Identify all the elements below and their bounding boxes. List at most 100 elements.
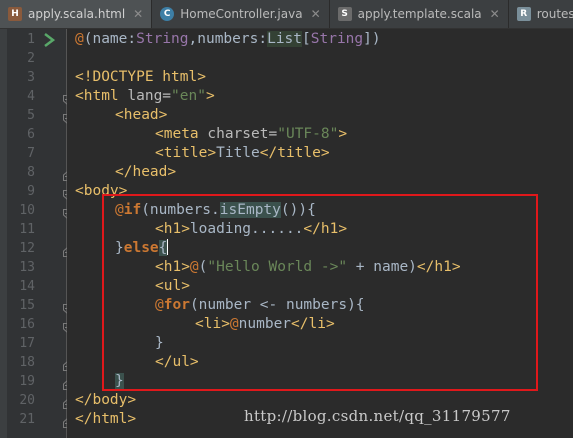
tab-homecontroller-java[interactable]: C HomeController.java ✕ — [152, 0, 330, 28]
line-number: 17 — [19, 336, 35, 351]
line-number: 11 — [19, 222, 35, 237]
line-number: 15 — [19, 298, 35, 313]
tab-label: apply.scala.html — [28, 7, 126, 21]
tag-token: <meta — [155, 126, 208, 142]
line-number: 3 — [27, 70, 35, 85]
tag-token: <body> — [75, 183, 128, 199]
code-line-3: <!DOCTYPE html> — [75, 68, 206, 87]
code-token: (name: — [83, 31, 137, 47]
line-number: 20 — [19, 393, 35, 408]
watermark: http://blog.csdn.net/qq_31179577 — [244, 407, 511, 425]
tab-label: routes — [536, 7, 573, 21]
tag-token: </h1> — [303, 221, 348, 237]
tag-token: <ul> — [155, 278, 190, 294]
code-token: } — [155, 335, 164, 351]
code-token: ()){ — [280, 202, 316, 218]
tag-token: </li> — [291, 316, 335, 332]
matched-brace-token: { — [158, 240, 168, 256]
tab-apply-template-scala[interactable]: S apply.template.scala ✕ — [330, 0, 509, 28]
tag-token: <!DOCTYPE html> — [75, 69, 206, 85]
line-number: 2 — [27, 51, 35, 66]
scala-file-icon: S — [337, 7, 352, 21]
line-number: 7 — [27, 146, 35, 161]
code-token: ,numbers: — [188, 31, 268, 47]
routes-file-icon: R — [516, 7, 531, 21]
tag-token: <h1> — [155, 259, 190, 275]
close-icon[interactable]: ✕ — [311, 7, 321, 21]
line-number: 14 — [19, 279, 35, 294]
code-token: [ — [302, 31, 311, 47]
tab-label: apply.template.scala — [357, 7, 482, 21]
directive-token: @ — [115, 202, 124, 218]
tag-token: </head> — [115, 164, 177, 180]
close-icon[interactable]: ✕ — [490, 7, 500, 21]
code-line-10: @if(numbers.isEmpty()){ — [115, 201, 316, 220]
tag-token: <head> — [115, 107, 168, 123]
tag-token: <title> — [155, 145, 217, 161]
code-token: Title — [216, 145, 260, 161]
line-number: 13 — [19, 260, 35, 275]
tag-token: <li> — [195, 316, 230, 332]
code-line-1: @(name:String,numbers:List[String]) — [75, 30, 381, 49]
line-number: 8 — [27, 165, 35, 180]
keyword-token: if — [123, 202, 142, 218]
code-line-6: <meta charset="UTF-8"> — [155, 125, 347, 144]
type-token: String — [136, 31, 189, 47]
string-token: "Hello World ->" — [207, 259, 348, 275]
code-token: number — [238, 316, 292, 332]
html-file-icon: H — [8, 7, 22, 21]
tag-token: <h1> — [155, 221, 190, 237]
code-token: + name) — [347, 259, 417, 275]
run-gutter-icon[interactable] — [43, 32, 56, 51]
code-line-5: <head> — [115, 106, 167, 125]
keyword-token: else — [123, 240, 159, 256]
matched-brace-token: } — [115, 373, 124, 389]
line-number: 16 — [19, 317, 35, 332]
code-line-17: } — [155, 334, 164, 353]
line-number: 5 — [27, 108, 35, 123]
directive-token: @ — [189, 259, 199, 275]
code-token: (numbers. — [141, 202, 220, 218]
tag-token: </h1> — [416, 259, 461, 275]
line-number: 6 — [27, 127, 35, 142]
tab-label: HomeController.java — [180, 7, 303, 21]
directive-token: @ — [229, 316, 239, 332]
line-number: 10 — [19, 203, 35, 218]
line-number: 12 — [19, 241, 35, 256]
line-number: 21 — [19, 412, 35, 427]
code-line-19: } — [115, 372, 124, 391]
string-token: "en" — [171, 88, 206, 104]
editor-tab-bar: H apply.scala.html ✕ C HomeController.ja… — [0, 0, 573, 29]
code-token: ]) — [363, 31, 381, 47]
method-token: isEmpty — [219, 202, 281, 218]
line-number: 9 — [27, 184, 35, 199]
code-line-13: <h1>@("Hello World ->" + name)</h1> — [155, 258, 461, 277]
close-icon[interactable]: ✕ — [133, 7, 143, 21]
string-token: "UTF-8" — [277, 126, 339, 142]
code-line-11: <h1>loading......</h1> — [155, 220, 347, 239]
tag-token: </html> — [75, 411, 137, 427]
tag-token: </ul> — [155, 354, 199, 370]
tag-token: > — [338, 126, 348, 142]
line-number: 19 — [19, 374, 35, 389]
tag-token: > — [205, 88, 215, 104]
attr-token: charset= — [207, 126, 278, 142]
code-line-8: </head> — [115, 163, 176, 182]
line-number-gutter: 1 2 3 4 5 6 7 8 9 10 11 12 13 14 15 16 1… — [7, 29, 72, 438]
java-class-icon: C — [160, 7, 175, 21]
tag-token: <html — [75, 88, 128, 104]
code-token: loading...... — [189, 221, 304, 237]
tag-token: </body> — [75, 392, 137, 408]
text-caret — [167, 239, 169, 255]
code-token: (number <- numbers){ — [189, 297, 365, 313]
code-token: } — [115, 240, 124, 256]
code-line-20: </body> — [75, 391, 136, 410]
line-number: 1 — [27, 32, 35, 47]
code-line-18: </ul> — [155, 353, 199, 372]
tab-apply-scala-html[interactable]: H apply.scala.html ✕ — [0, 0, 153, 28]
code-line-16: <li>@number</li> — [195, 315, 335, 334]
tab-routes[interactable]: R routes — [509, 0, 573, 28]
code-editor[interactable]: @(name:String,numbers:List[String]) <!DO… — [67, 29, 573, 438]
line-number: 18 — [19, 355, 35, 370]
code-line-14: <ul> — [155, 277, 190, 296]
